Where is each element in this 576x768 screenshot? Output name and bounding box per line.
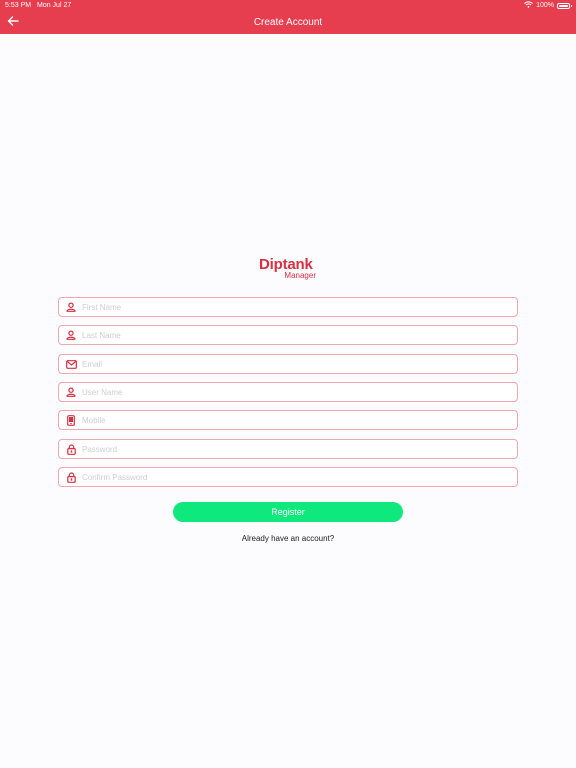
first-name-input[interactable]	[82, 299, 512, 315]
battery-percent: 100%	[536, 2, 554, 9]
confirm-password-input[interactable]	[82, 469, 512, 485]
lock-icon	[64, 470, 78, 484]
register-button[interactable]: Register	[173, 502, 403, 522]
mobile-input[interactable]	[82, 412, 512, 428]
password-input[interactable]	[82, 441, 512, 457]
last-name-input[interactable]	[82, 327, 512, 343]
email-field[interactable]	[58, 354, 518, 374]
password-field[interactable]	[58, 439, 518, 459]
email-input[interactable]	[82, 356, 512, 372]
page-title: Create Account	[253, 17, 323, 28]
navigation-header: 5:53 PM Mon Jul 27 100% Create Account	[0, 0, 576, 34]
status-date: Mon Jul 27	[37, 2, 72, 9]
app-logo: Diptank Manager	[259, 257, 319, 281]
status-time: 5:53 PM	[5, 2, 32, 9]
mobile-field[interactable]	[58, 410, 518, 430]
confirm-password-field[interactable]	[58, 467, 518, 487]
person-icon	[64, 328, 78, 342]
wifi-icon	[524, 0, 533, 11]
login-link[interactable]: Already have an account?	[0, 533, 576, 544]
last-name-field[interactable]	[58, 325, 518, 345]
user-name-input[interactable]	[82, 384, 512, 400]
envelope-icon	[64, 357, 78, 371]
first-name-field[interactable]	[58, 297, 518, 317]
battery-icon	[557, 2, 572, 9]
status-indicators: 100%	[524, 0, 572, 11]
user-name-field[interactable]	[58, 382, 518, 402]
person-icon	[64, 300, 78, 314]
logo-subtitle: Manager	[284, 271, 316, 280]
mobile-phone-icon	[64, 413, 78, 427]
person-icon	[64, 385, 78, 399]
lock-icon	[64, 442, 78, 456]
